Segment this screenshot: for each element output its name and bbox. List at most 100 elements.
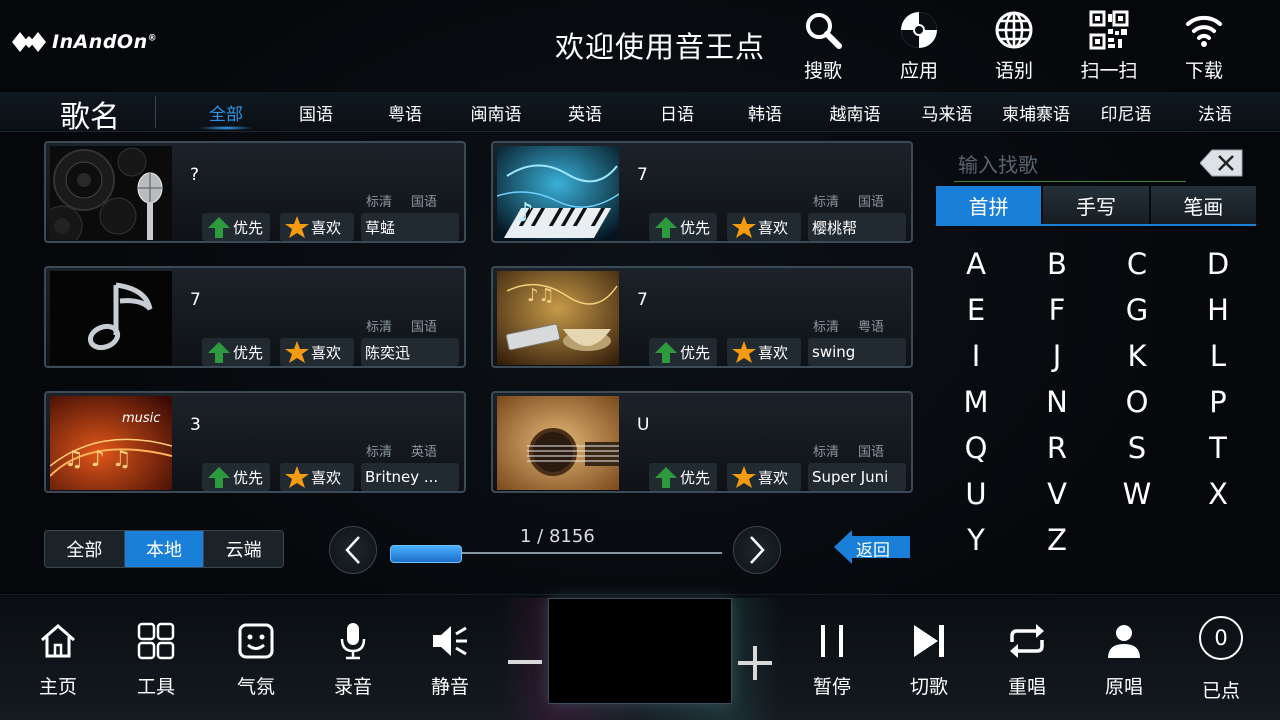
tab-handwriting[interactable]: 手写	[1043, 186, 1149, 224]
singer-button[interactable]: Super Juni	[808, 463, 906, 491]
tab-french[interactable]: 法语	[1185, 100, 1245, 125]
key-b[interactable]: B	[1027, 244, 1087, 284]
language-button[interactable]: 语别	[976, 10, 1052, 84]
key-h[interactable]: H	[1188, 290, 1248, 330]
filter-all[interactable]: 全部	[45, 531, 125, 567]
pause-button[interactable]: 暂停	[794, 620, 870, 710]
song-card[interactable]: ? 标清 国语 优先 喜欢 草蜢	[44, 141, 466, 243]
next-page-button[interactable]	[733, 526, 781, 574]
harmonica-cup-icon: ♪♫	[497, 271, 619, 365]
search-song-button[interactable]: 搜歌	[785, 10, 861, 84]
key-w[interactable]: W	[1107, 474, 1167, 514]
singer-button[interactable]: 陈奕迅	[361, 338, 459, 366]
tools-button[interactable]: 工具	[118, 620, 194, 710]
volume-up-button[interactable]	[738, 646, 772, 680]
scan-button[interactable]: 扫一扫	[1071, 10, 1147, 84]
selected-songs-button[interactable]: 已点	[1183, 662, 1259, 710]
record-button[interactable]: 录音	[315, 620, 391, 710]
song-card[interactable]: U 标清 国语 优先 喜欢 Super Juni	[491, 391, 913, 493]
priority-button[interactable]: 优先	[649, 213, 717, 241]
key-e[interactable]: E	[946, 290, 1006, 330]
tab-cantonese[interactable]: 粤语	[375, 100, 435, 125]
key-a[interactable]: A	[946, 244, 1006, 284]
song-card[interactable]: ♫ ♪ ♫ music 3 标清 英语 优先 喜欢 Britney ...	[44, 391, 466, 493]
priority-button[interactable]: 优先	[202, 463, 270, 491]
tab-khmer[interactable]: 柬埔寨语	[996, 100, 1076, 125]
download-button[interactable]: 下载	[1166, 10, 1242, 84]
key-x[interactable]: X	[1188, 474, 1248, 514]
singer-button[interactable]: swing	[808, 338, 906, 366]
page-slider-thumb[interactable]	[390, 545, 462, 563]
favorite-label: 喜欢	[758, 218, 789, 237]
priority-arrow-icon	[208, 467, 230, 488]
next-song-button[interactable]: 切歌	[891, 620, 967, 710]
favorite-button[interactable]: 喜欢	[280, 338, 354, 366]
key-p[interactable]: P	[1188, 382, 1248, 422]
tab-english[interactable]: 英语	[555, 100, 615, 125]
key-c[interactable]: C	[1107, 244, 1167, 284]
key-v[interactable]: V	[1027, 474, 1087, 514]
song-search-input[interactable]	[954, 148, 1186, 182]
filter-local[interactable]: 本地	[124, 531, 205, 567]
home-button[interactable]: 主页	[20, 620, 96, 710]
favorite-button[interactable]: 喜欢	[727, 463, 801, 491]
tab-korean[interactable]: 韩语	[735, 100, 795, 125]
key-k[interactable]: K	[1107, 336, 1167, 376]
tab-indonesian[interactable]: 印尼语	[1093, 100, 1159, 125]
key-o[interactable]: O	[1107, 382, 1167, 422]
singer-button[interactable]: 樱桃帮	[808, 213, 906, 241]
tab-japanese[interactable]: 日语	[647, 100, 707, 125]
tab-hokkien[interactable]: 闽南语	[463, 100, 529, 125]
tab-pinyin-initials[interactable]: 首拼	[936, 186, 1042, 224]
song-card[interactable]: ♪♫ 7 标清 粤语 优先 喜欢 swing	[491, 266, 913, 368]
atmosphere-button[interactable]: 气氛	[218, 620, 294, 710]
replay-label: 重唱	[1007, 676, 1046, 698]
priority-button[interactable]: 优先	[202, 338, 270, 366]
key-t[interactable]: T	[1188, 428, 1248, 468]
song-thumbnail	[50, 146, 172, 240]
tab-strokes[interactable]: 笔画	[1150, 186, 1256, 224]
singer-button[interactable]: Britney ...	[361, 463, 459, 491]
back-button[interactable]: 返回	[834, 528, 912, 566]
video-preview[interactable]	[548, 598, 732, 704]
tab-all[interactable]: 全部	[196, 100, 256, 125]
qr-code-icon	[1089, 10, 1129, 50]
key-m[interactable]: M	[946, 382, 1006, 422]
key-n[interactable]: N	[1027, 382, 1087, 422]
backspace-button[interactable]	[1199, 148, 1244, 178]
priority-button[interactable]: 优先	[649, 338, 717, 366]
mute-button[interactable]: 静音	[412, 620, 488, 710]
key-s[interactable]: S	[1107, 428, 1167, 468]
key-y[interactable]: Y	[946, 520, 1006, 560]
original-vocal-button[interactable]: 原唱	[1086, 620, 1162, 710]
priority-button[interactable]: 优先	[202, 213, 270, 241]
prev-page-button[interactable]	[329, 526, 377, 574]
key-d[interactable]: D	[1188, 244, 1248, 284]
favorite-button[interactable]: 喜欢	[280, 463, 354, 491]
favorite-button[interactable]: 喜欢	[280, 213, 354, 241]
singer-button[interactable]: 草蜢	[361, 213, 459, 241]
key-q[interactable]: Q	[946, 428, 1006, 468]
favorite-button[interactable]: 喜欢	[727, 213, 801, 241]
key-z[interactable]: Z	[1027, 520, 1087, 560]
selected-count-icon[interactable]: 0	[1199, 616, 1243, 660]
key-i[interactable]: I	[946, 336, 1006, 376]
key-j[interactable]: J	[1027, 336, 1087, 376]
tab-malay[interactable]: 马来语	[914, 100, 980, 125]
key-f[interactable]: F	[1027, 290, 1087, 330]
svg-text:♪: ♪	[517, 198, 534, 228]
song-card[interactable]: ♪ 7 标清 国语 优先 喜欢 樱桃帮	[491, 141, 913, 243]
volume-down-button[interactable]	[508, 660, 542, 664]
replay-button[interactable]: 重唱	[989, 620, 1065, 710]
favorite-button[interactable]: 喜欢	[727, 338, 801, 366]
key-u[interactable]: U	[946, 474, 1006, 514]
key-r[interactable]: R	[1027, 428, 1087, 468]
song-card[interactable]: 7 标清 国语 优先 喜欢 陈奕迅	[44, 266, 466, 368]
tab-mandarin[interactable]: 国语	[286, 100, 346, 125]
key-l[interactable]: L	[1188, 336, 1248, 376]
apps-button[interactable]: 应用	[881, 10, 957, 84]
priority-button[interactable]: 优先	[649, 463, 717, 491]
key-g[interactable]: G	[1107, 290, 1167, 330]
tab-vietnamese[interactable]: 越南语	[822, 100, 888, 125]
filter-cloud[interactable]: 云端	[204, 531, 283, 567]
